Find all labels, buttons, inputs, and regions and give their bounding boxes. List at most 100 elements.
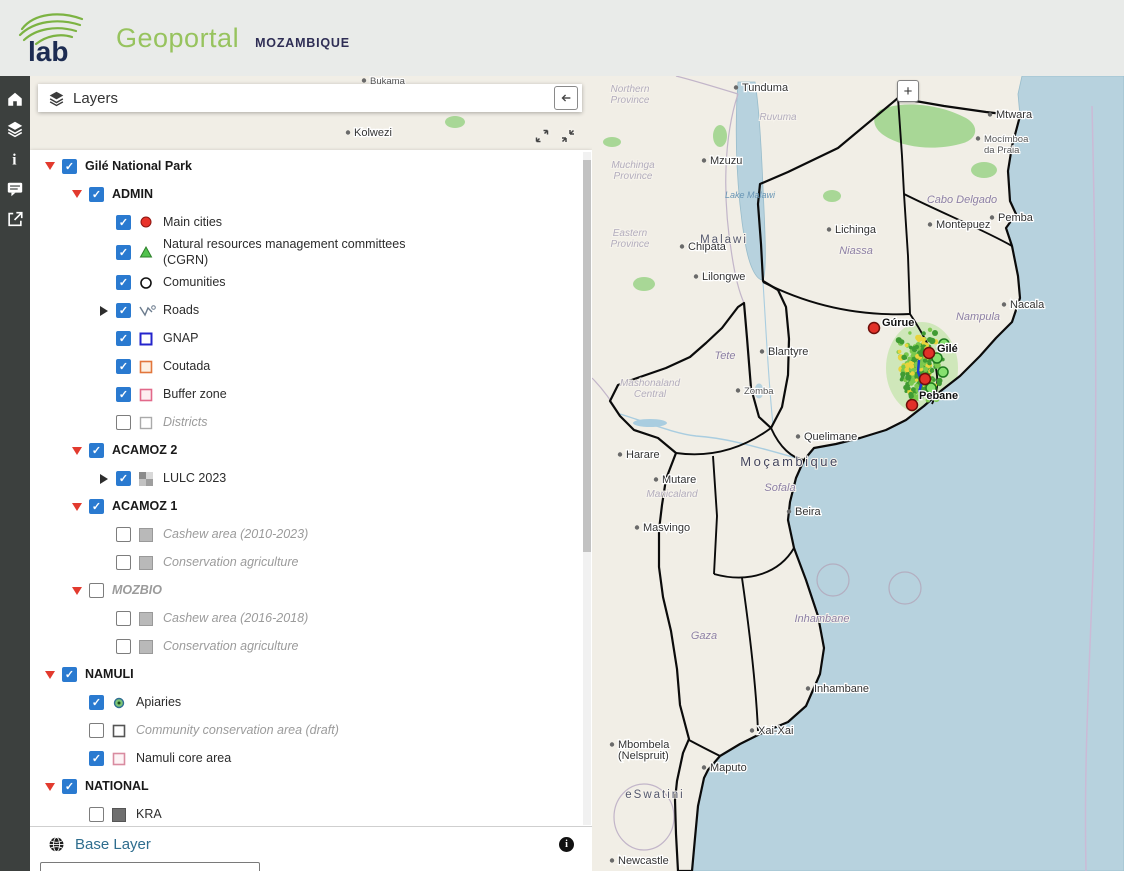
layer-label[interactable]: Cashew area (2016-2018) [163,610,308,626]
layer-label[interactable]: Main cities [163,214,222,230]
left-toolbar: i [0,76,30,871]
layer-checkbox[interactable] [116,275,131,290]
layer-checkbox[interactable] [116,611,131,626]
layer-checkbox[interactable] [89,695,104,710]
layer-label[interactable]: Conservation agriculture [163,638,299,654]
layer-checkbox[interactable] [89,723,104,738]
cgrn-marker[interactable] [938,367,948,377]
layer-checkbox[interactable] [89,751,104,766]
layer-checkbox[interactable] [116,555,131,570]
map-label: Inhambane [794,613,849,625]
layer-checkbox[interactable] [89,443,104,458]
layer-label[interactable]: Cashew area (2010-2023) [163,526,308,542]
layer-checkbox[interactable] [89,187,104,202]
layer-label[interactable]: Coutada [163,358,210,374]
layer-checkbox[interactable] [89,807,104,822]
expand-all-icon[interactable] [534,128,550,149]
layer-label[interactable]: Buffer zone [163,386,227,402]
city-marker[interactable] [869,323,880,334]
home-icon [6,90,24,108]
layers-button[interactable] [1,114,29,144]
collapse-node-icon[interactable] [69,447,85,455]
layer-checkbox[interactable] [116,639,131,654]
poly-outline-icon [112,724,132,738]
collapse-node-icon[interactable] [69,587,85,595]
layer-checkbox[interactable] [116,303,131,318]
share-button[interactable] [1,204,29,234]
layer-label[interactable]: Apiaries [136,694,181,710]
comments-button[interactable] [1,174,29,204]
layer-label[interactable]: KRA [136,806,162,822]
layer-label[interactable]: ACAMOZ 1 [112,498,177,514]
layer-row: NAMULI [30,661,580,689]
layers-panel: Layers Gilé National ParkADMINMain citie… [30,76,592,871]
collapse-node-icon[interactable] [42,783,58,791]
collapse-all-icon[interactable] [560,128,576,149]
home-button[interactable] [1,84,29,114]
layer-checkbox[interactable] [62,667,77,682]
town-dot [787,509,791,513]
layer-label[interactable]: Namuli core area [136,750,231,766]
scrollbar-thumb[interactable] [583,160,591,552]
layer-row: Cashew area (2016-2018) [30,605,580,633]
base-layer-label: Base Layer [75,836,151,853]
collapse-panel-button[interactable] [554,86,578,110]
layer-checkbox[interactable] [116,331,131,346]
panel-scrollbar[interactable] [583,152,591,825]
city-marker[interactable] [920,374,931,385]
layer-label[interactable]: Comunities [163,274,226,290]
layer-checkbox[interactable] [116,471,131,486]
layer-checkbox[interactable] [89,583,104,598]
svg-text:lab: lab [28,36,68,67]
layer-label[interactable]: NATIONAL [85,778,149,794]
layer-row: Conservation agriculture [30,549,580,577]
expand-node-icon[interactable] [96,306,112,316]
map-label: Beira [795,506,822,518]
zoom-in-button[interactable]: + [897,80,919,102]
city-marker[interactable] [924,348,935,359]
layer-label[interactable]: Conservation agriculture [163,554,299,570]
collapse-node-icon[interactable] [42,162,58,170]
layer-checkbox[interactable] [89,499,104,514]
layer-checkbox[interactable] [62,779,77,794]
map-label: Tete [714,350,735,362]
collapse-node-icon[interactable] [69,503,85,511]
layer-checkbox[interactable] [116,359,131,374]
layer-checkbox[interactable] [62,159,77,174]
layer-label[interactable]: LULC 2023 [163,470,226,486]
poly-pink-light-icon [112,752,132,766]
town-dot [680,244,684,248]
map-label: Xai-Xai [758,725,793,737]
layer-label[interactable]: Districts [163,414,207,430]
lab-logo[interactable]: lab lab [12,9,90,67]
map-label: Pemba [998,212,1034,224]
layer-label[interactable]: NAMULI [85,666,134,682]
collapse-node-icon[interactable] [69,190,85,198]
layer-checkbox[interactable] [116,245,131,260]
layer-label[interactable]: Gilé National Park [85,158,192,174]
layer-label[interactable]: MOZBIO [112,582,162,598]
layer-label[interactable]: ACAMOZ 2 [112,442,177,458]
layer-checkbox[interactable] [116,387,131,402]
layer-checkbox[interactable] [116,527,131,542]
layer-label[interactable]: ADMIN [112,186,153,202]
layer-checkbox[interactable] [116,215,131,230]
town-dot [362,78,366,82]
map-label: Moçambique [740,454,839,469]
raster-dark-icon [112,808,132,822]
base-layer-info-icon[interactable]: i [559,837,574,852]
layer-label[interactable]: Community conservation area (draft) [136,722,339,738]
expand-node-icon[interactable] [96,474,112,484]
collapse-node-icon[interactable] [42,671,58,679]
layer-label[interactable]: Roads [163,302,199,318]
layer-label[interactable]: Natural resources management committees … [163,236,405,269]
town-dot [736,388,740,392]
town-dot [618,452,622,456]
layer-label[interactable]: GNAP [163,330,198,346]
map-label: Mbombela(Nelspruit) [618,739,670,762]
layer-checkbox[interactable] [116,415,131,430]
city-marker[interactable] [907,400,918,411]
base-layer-select[interactable] [40,862,260,871]
map-label: Kolwezi [354,127,392,139]
info-button[interactable]: i [1,144,29,174]
